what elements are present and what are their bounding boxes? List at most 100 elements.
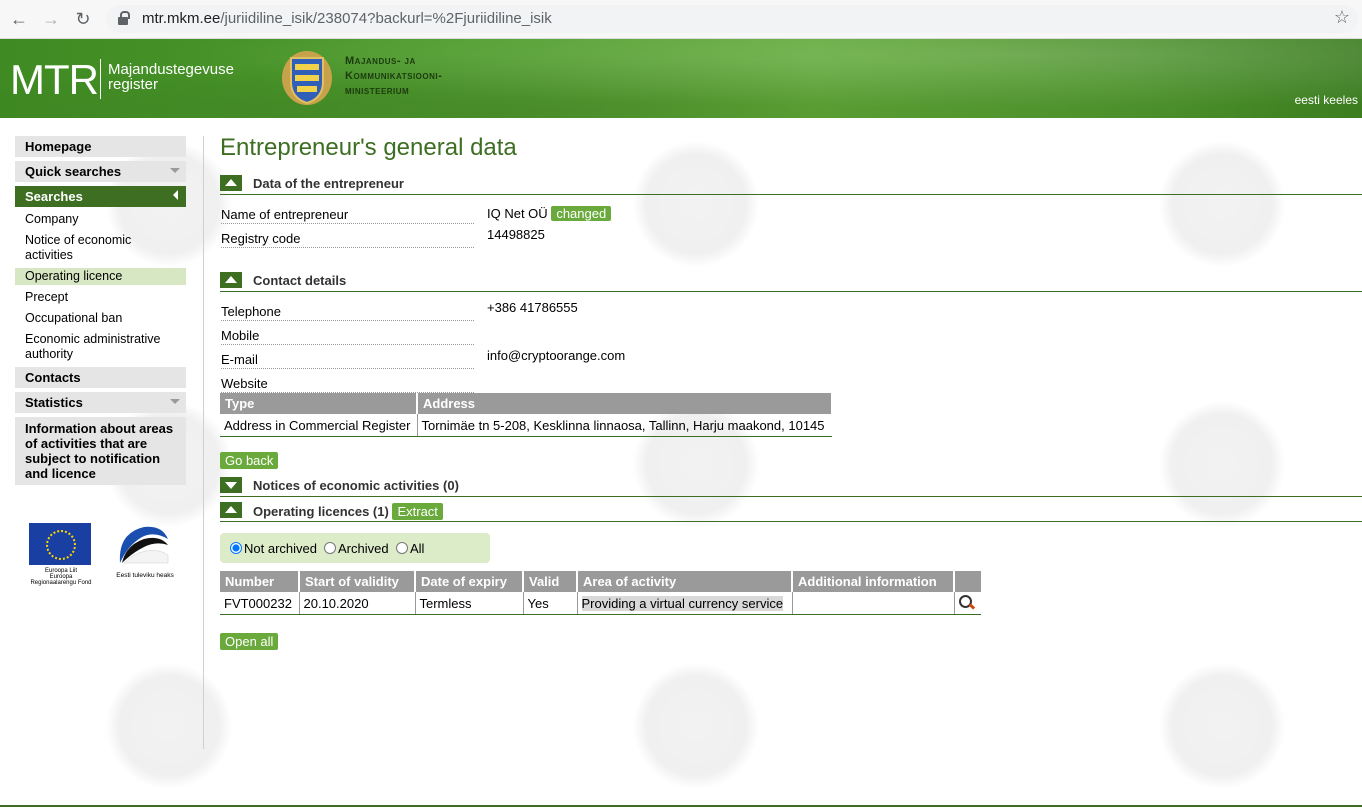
table-cell: Address in Commercial Register <box>220 414 418 437</box>
filter-all[interactable]: All <box>396 541 424 556</box>
filter-not-archived[interactable]: Not archived <box>230 541 317 556</box>
column-header: Number <box>220 571 300 592</box>
table-cell <box>792 592 955 615</box>
submenu-company[interactable]: Company <box>15 211 186 228</box>
lock-icon <box>118 11 130 25</box>
footer-divider <box>0 805 1362 807</box>
collapse-toggle-icon[interactable] <box>220 175 242 191</box>
estonia-future-logo: Eesti tuleviku heaks <box>114 523 176 579</box>
field-value: info@cryptoorange.com <box>487 348 626 363</box>
changed-badge: changed <box>551 206 612 221</box>
radio-archived[interactable] <box>324 542 336 554</box>
field-value: IQ Net OÜ changed <box>487 206 612 221</box>
magnifier-icon[interactable] <box>958 594 975 610</box>
open-all-button[interactable]: Open all <box>220 633 279 650</box>
address-table: Type Address Address in Commercial Regis… <box>220 393 833 437</box>
section-title: Notices of economic activities (0) <box>253 478 459 493</box>
field-value: +386 41786555 <box>487 300 578 315</box>
submenu-notice[interactable]: Notice of economic activities <box>15 232 186 264</box>
chevron-down-icon <box>170 168 180 173</box>
table-cell[interactable] <box>954 592 981 615</box>
table-cell: 20.10.2020 <box>299 592 416 615</box>
main-content: Entrepreneur's general data Data of the … <box>220 134 1362 650</box>
menu-statistics[interactable]: Statistics <box>15 392 186 413</box>
collapse-toggle-icon[interactable] <box>220 502 242 518</box>
section-title: Operating licences (1) Extract <box>253 503 443 520</box>
menu-quick-searches[interactable]: Quick searches <box>15 161 186 182</box>
column-header: Address <box>417 393 833 414</box>
menu-contacts[interactable]: Contacts <box>15 367 186 388</box>
menu-searches[interactable]: Searches <box>15 186 186 207</box>
name-row: Name of entrepreneur IQ Net OÜ changed <box>220 203 1362 227</box>
table-cell: Providing a virtual currency service <box>577 592 793 615</box>
forward-arrow-icon[interactable]: → <box>38 6 64 32</box>
column-header: Start of validity <box>299 571 416 592</box>
radio-not-archived[interactable] <box>230 542 242 554</box>
table-cell: Termless <box>415 592 524 615</box>
site-header: MTR Majandustegevuse register Majandus- j… <box>0 39 1362 118</box>
go-back-button[interactable]: Go back <box>220 452 279 469</box>
section-entrepreneur: Data of the entrepreneur <box>220 173 1362 195</box>
watermark-logo <box>632 662 760 790</box>
watermark-logo <box>105 662 233 790</box>
url-text: mtr.mkm.ee/juriidiline_isik/238074?backu… <box>142 10 552 27</box>
field-label: Name of entrepreneur <box>221 207 474 224</box>
website-row: Website <box>220 372 1362 396</box>
address-bar[interactable]: mtr.mkm.ee/juriidiline_isik/238074?backu… <box>106 5 1358 33</box>
submenu-economic-authority[interactable]: Economic administrative authority <box>15 331 186 363</box>
field-label: Registry code <box>221 231 474 248</box>
estonian-flag-swoosh-icon <box>119 526 169 564</box>
section-contact: Contact details <box>220 270 1362 292</box>
mtr-logo[interactable]: MTR <box>10 56 99 104</box>
column-header <box>954 571 981 592</box>
field-label: Website <box>221 376 474 393</box>
licences-table: Number Start of validity Date of expiry … <box>220 571 981 615</box>
extract-button[interactable]: Extract <box>392 503 443 520</box>
sidebar-divider <box>203 136 204 749</box>
page-title: Entrepreneur's general data <box>220 134 517 161</box>
column-header: Area of activity <box>577 571 793 592</box>
section-title: Data of the entrepreneur <box>253 176 404 191</box>
eu-logo-text: Euroopa Liit Euroopa Regionaalarengu Fond <box>30 568 92 586</box>
table-row: FVT000232 20.10.2020 Termless Yes Provid… <box>220 592 981 615</box>
submenu-precept[interactable]: Precept <box>15 289 186 306</box>
registry-row: Registry code 14498825 <box>220 227 1362 251</box>
submenu-operating-licence[interactable]: Operating licence <box>15 268 186 285</box>
logo-subtitle: Majandustegevuse register <box>108 61 234 93</box>
eu-fund-logo: Euroopa Liit Euroopa Regionaalarengu Fond <box>26 523 96 586</box>
table-cell: Tornimäe tn 5-208, Kesklinna linnaosa, T… <box>417 414 832 437</box>
archive-filter: Not archived Archived All <box>220 533 490 563</box>
column-header: Additional information <box>792 571 955 592</box>
watermark-logo <box>1158 662 1286 790</box>
filter-archived[interactable]: Archived <box>324 541 389 556</box>
browser-toolbar: ← → ↻ mtr.mkm.ee/juriidiline_isik/238074… <box>0 0 1362 39</box>
estonia-logo-text: Eesti tuleviku heaks <box>116 572 174 579</box>
mobile-row: Mobile <box>220 324 1362 348</box>
email-row: E-mail info@cryptoorange.com <box>220 348 1362 372</box>
section-licences: Operating licences (1) Extract <box>220 500 1362 522</box>
expand-toggle-icon[interactable] <box>220 477 242 493</box>
coat-of-arms-icon <box>282 51 332 105</box>
menu-information[interactable]: Information about areas of activities th… <box>15 417 186 485</box>
radio-all[interactable] <box>396 542 408 554</box>
sidebar-nav: Homepage Quick searches Searches Company… <box>15 136 186 485</box>
back-arrow-icon[interactable]: ← <box>6 6 32 32</box>
table-cell: Yes <box>523 592 578 615</box>
chevron-down-icon <box>170 399 180 404</box>
column-header: Type <box>220 393 418 414</box>
table-cell: FVT000232 <box>220 592 300 615</box>
column-header: Date of expiry <box>415 571 524 592</box>
section-notices: Notices of economic activities (0) <box>220 475 1362 497</box>
menu-homepage[interactable]: Homepage <box>15 136 186 157</box>
telephone-row: Telephone +386 41786555 <box>220 300 1362 324</box>
reload-icon[interactable]: ↻ <box>70 6 96 32</box>
field-label: Telephone <box>221 304 474 321</box>
ministry-name: Majandus- ja Kommunikatsiooni- ministeer… <box>345 55 443 97</box>
collapse-toggle-icon[interactable] <box>220 272 242 288</box>
field-label: Mobile <box>221 328 474 345</box>
column-header: Valid <box>523 571 578 592</box>
language-link[interactable]: eesti keeles <box>1295 93 1358 107</box>
bookmark-star-icon[interactable]: ☆ <box>1334 7 1350 28</box>
submenu-occupational-ban[interactable]: Occupational ban <box>15 310 186 327</box>
field-value: 14498825 <box>487 227 545 242</box>
